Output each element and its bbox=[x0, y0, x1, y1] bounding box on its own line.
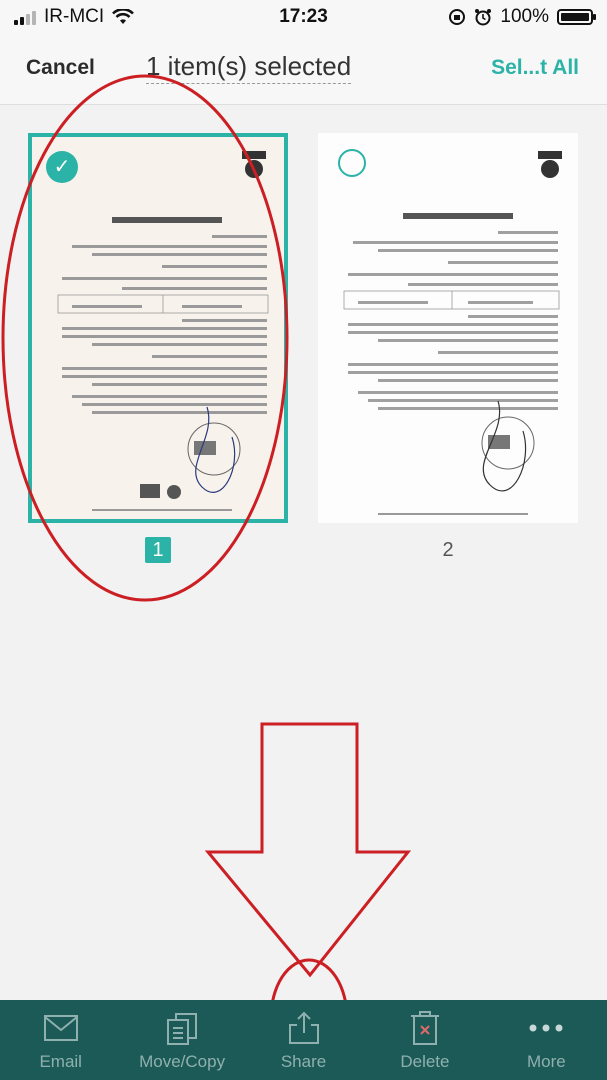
ellipsis-icon bbox=[526, 1010, 566, 1046]
share-button[interactable]: Share bbox=[243, 1000, 364, 1080]
delete-label: Delete bbox=[400, 1052, 450, 1071]
status-bar: IR-MCI 17:23 100% bbox=[0, 0, 607, 34]
copy-icon bbox=[162, 1010, 202, 1046]
orientation-lock-icon bbox=[449, 9, 466, 25]
email-label: Email bbox=[39, 1052, 82, 1071]
status-right: 100% bbox=[448, 6, 596, 28]
page-thumbnail-2[interactable] bbox=[318, 133, 578, 523]
more-button[interactable]: More bbox=[486, 1000, 607, 1080]
page-thumbnail-1[interactable]: ✓ bbox=[28, 133, 288, 523]
selection-circle-icon[interactable] bbox=[338, 149, 366, 177]
envelope-icon bbox=[41, 1010, 81, 1046]
annotation-down-arrow bbox=[204, 722, 412, 978]
document-scan-image bbox=[318, 133, 578, 523]
battery-fill bbox=[561, 13, 589, 21]
trash-icon bbox=[405, 1010, 445, 1046]
cancel-button[interactable]: Cancel bbox=[26, 56, 95, 80]
share-label: Share bbox=[280, 1052, 327, 1071]
selected-checkmark-icon[interactable]: ✓ bbox=[46, 151, 78, 183]
more-label: More bbox=[526, 1052, 566, 1071]
document-scan-image bbox=[32, 137, 284, 519]
move-copy-label: Move/Copy bbox=[139, 1052, 226, 1071]
share-icon bbox=[284, 1010, 324, 1046]
email-button[interactable]: Email bbox=[0, 1000, 121, 1080]
nav-bar: Cancel 1 item(s) selected Sel...t All bbox=[0, 34, 607, 105]
bottom-toolbar: Email Move/Copy Share Delete More bbox=[0, 1000, 607, 1080]
page-number-1: 1 bbox=[145, 537, 171, 563]
delete-button[interactable]: Delete bbox=[364, 1000, 485, 1080]
battery-percent: 100% bbox=[500, 6, 549, 27]
page-number-2: 2 bbox=[442, 539, 454, 561]
select-all-button[interactable]: Sel...t All bbox=[491, 56, 579, 80]
battery-icon bbox=[557, 9, 596, 25]
alarm-icon bbox=[475, 9, 492, 26]
move-copy-button[interactable]: Move/Copy bbox=[121, 1000, 242, 1080]
selection-title: 1 item(s) selected bbox=[146, 51, 352, 84]
